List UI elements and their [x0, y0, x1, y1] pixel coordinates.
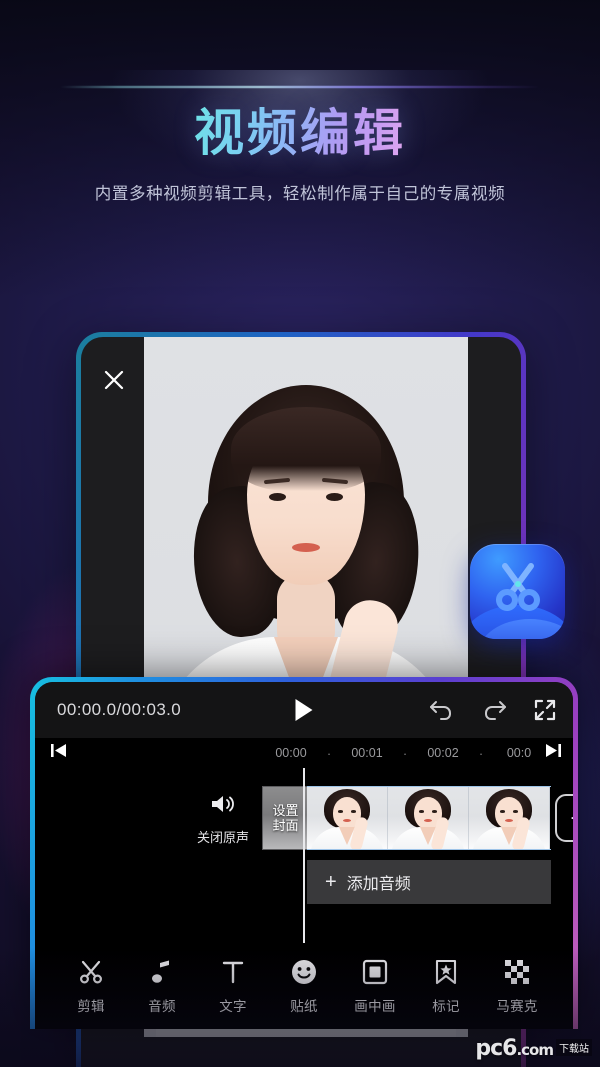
ruler-tick: 00:01 [351, 746, 383, 760]
page-title: 视频编辑 [194, 105, 406, 161]
headline-glow-line [60, 86, 540, 88]
portrait-fringe [231, 407, 381, 491]
portrait-eye-left [269, 493, 286, 501]
clip-thumbnail[interactable] [469, 787, 550, 849]
add-audio-label: 添加音频 [346, 876, 411, 893]
undo-icon[interactable] [429, 699, 455, 721]
mute-label: 关闭原声 [196, 830, 249, 845]
site-watermark: pc6.com 下载站 [475, 1036, 592, 1061]
ruler-dot: · [478, 745, 484, 761]
portrait-lips [292, 543, 320, 552]
set-cover-button[interactable]: 设置 封面 [262, 786, 309, 850]
set-cover-label: 设置 封面 [272, 802, 299, 833]
hero-title-wrap: 视频编辑 [0, 104, 600, 163]
fullscreen-icon[interactable] [533, 698, 557, 722]
close-icon[interactable] [99, 365, 129, 395]
redo-icon[interactable] [481, 699, 507, 721]
timeline-ruler[interactable]: 00:00 · 00:01 · 00:02 · 00:0 [35, 738, 573, 768]
timeline-tracks[interactable]: 关闭原声 设置 封面 + 添加音频 [35, 768, 573, 948]
video-clip-strip[interactable] [307, 786, 551, 850]
editor-toolbar: 00:00.0/00:03.0 [35, 682, 573, 738]
ruler-tick: 00:02 [427, 746, 459, 760]
playhead[interactable] [303, 768, 305, 948]
ruler-dot: · [402, 745, 408, 761]
portrait-eye-right [326, 493, 343, 501]
clip-thumbnail[interactable] [307, 787, 388, 849]
scissors-app-icon [470, 544, 565, 639]
add-audio-button[interactable]: + 添加音频 [307, 860, 551, 904]
time-display: 00:00.0/00:03.0 [57, 700, 182, 719]
watermark-text: pc6.com [475, 1036, 554, 1061]
hero-subtitle: 内置多种视频剪辑工具，轻松制作属于自己的专属视频 [94, 185, 506, 203]
plus-icon: + [325, 871, 337, 893]
skip-to-end-icon[interactable] [545, 744, 561, 762]
mute-original-audio-button[interactable]: 关闭原声 [185, 792, 261, 846]
editor-action-icons [429, 698, 557, 722]
ruler-tick: 00:00 [275, 746, 307, 760]
speaker-icon [209, 796, 237, 820]
clip-thumbnail[interactable] [388, 787, 469, 849]
skip-to-start-icon[interactable] [51, 744, 67, 762]
play-button[interactable] [295, 699, 313, 721]
add-clip-button[interactable]: + [555, 794, 573, 842]
ruler-tick: 00:0 [506, 746, 532, 760]
ruler-tick-marks: 00:00 · 00:01 · 00:02 · 00:0 [268, 746, 542, 760]
scissors-icon [496, 563, 540, 611]
ruler-dot: · [326, 745, 332, 761]
watermark-badge: 下载站 [556, 1039, 592, 1056]
promo-screenshot: 视频编辑 内置多种视频剪辑工具，轻松制作属于自己的专属视频 00:00.0/00… [0, 0, 600, 1067]
